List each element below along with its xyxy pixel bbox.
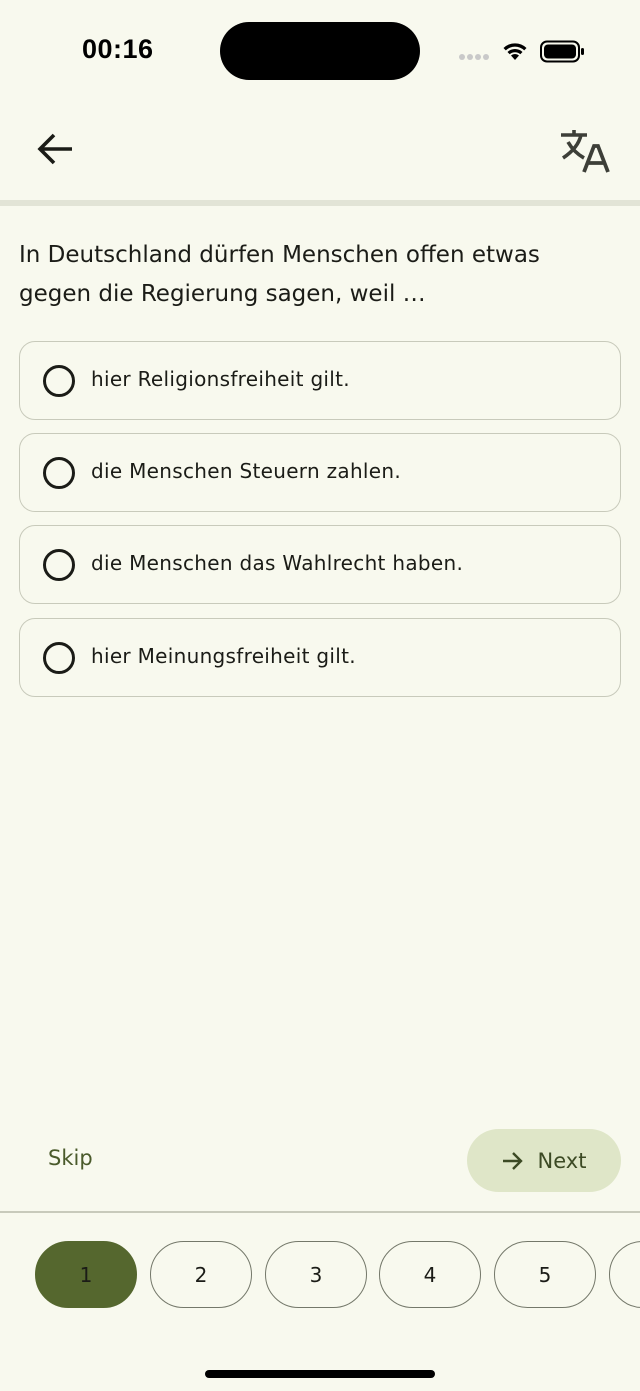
answer-option-3[interactable]: die Menschen das Wahlrecht haben. [19, 525, 621, 604]
answer-option-label: hier Religionsfreiheit gilt. [91, 367, 350, 391]
screen: 00:16 In Deutschland dürfen Menschen off… [0, 0, 640, 1391]
home-indicator [205, 1370, 435, 1378]
dynamic-island [220, 22, 420, 80]
page-chip-1[interactable]: 1 [35, 1241, 137, 1308]
answer-option-label: hier Meinungsfreiheit gilt. [91, 644, 356, 668]
radio-button[interactable] [43, 642, 75, 674]
radio-button[interactable] [43, 457, 75, 489]
next-button[interactable]: Next [467, 1129, 621, 1192]
radio-button[interactable] [43, 549, 75, 581]
back-button[interactable] [30, 124, 80, 174]
arrow-left-icon [37, 133, 72, 165]
page-chip-2[interactable]: 2 [150, 1241, 252, 1308]
answer-option-label: die Menschen Steuern zahlen. [91, 459, 402, 483]
page-chip-3[interactable]: 3 [265, 1241, 367, 1308]
question-text: In Deutschland dürfen Menschen offen etw… [19, 242, 540, 307]
next-button-label: Next [537, 1148, 587, 1173]
answer-option-2[interactable]: die Menschen Steuern zahlen. [19, 433, 621, 512]
answer-option-label: die Menschen das Wahlrecht haben. [91, 551, 464, 575]
page-chip-5[interactable]: 5 [494, 1241, 596, 1308]
battery-icon [540, 40, 584, 63]
translate-icon [561, 130, 610, 173]
status-time: 00:16 [82, 34, 154, 64]
question-pager: 1 2 3 4 5 [0, 1241, 640, 1309]
answer-option-1[interactable]: hier Religionsfreiheit gilt. [19, 341, 621, 420]
divider [0, 1211, 640, 1213]
progress-bar [0, 200, 640, 206]
translate-button[interactable] [556, 124, 614, 178]
page-chip-4[interactable]: 4 [379, 1241, 481, 1308]
wifi-icon [503, 43, 527, 60]
answer-option-4[interactable]: hier Meinungsfreiheit gilt. [19, 618, 621, 697]
cellular-signal-icon [459, 54, 489, 60]
arrow-right-icon [502, 1151, 523, 1170]
radio-button[interactable] [43, 365, 75, 397]
skip-button[interactable]: Skip [36, 1130, 105, 1186]
page-chip-next-partial[interactable] [609, 1241, 640, 1308]
